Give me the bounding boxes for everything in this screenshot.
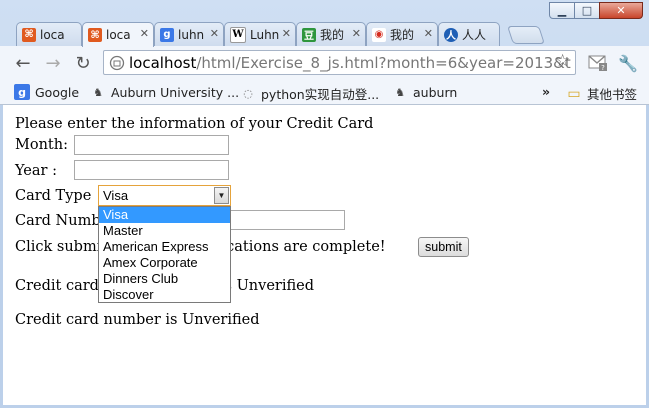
tiger-icon: ♞ xyxy=(395,85,405,99)
tab-0[interactable]: ⌘ loca xyxy=(16,22,82,46)
google-icon: g xyxy=(14,84,30,100)
wrench-icon[interactable]: 🔧 xyxy=(617,52,639,74)
option-dinners-club[interactable]: Dinners Club xyxy=(99,271,230,287)
card-type-select[interactable]: Visa ▼ xyxy=(98,185,231,206)
card-type-selected: Visa xyxy=(103,188,129,203)
close-window-icon[interactable]: ✕ xyxy=(599,2,643,19)
bookmarks-bar: g Google ♞ Auburn University ... ◌ pytho… xyxy=(0,79,649,105)
google-icon: g xyxy=(160,27,174,42)
gmail-notifier-icon[interactable]: ? xyxy=(587,52,609,74)
renren-icon: 人 xyxy=(444,27,458,42)
year-label: Year : xyxy=(15,163,57,179)
bookmark-google[interactable]: g Google xyxy=(14,84,79,100)
forward-arrow-icon[interactable]: → xyxy=(42,52,64,74)
minimize-icon[interactable]: ▁ xyxy=(549,2,575,19)
bookmark-auburn[interactable]: ♞ auburn xyxy=(392,84,457,100)
bookmarks-overflow-icon[interactable]: » xyxy=(542,84,550,99)
option-amex-corporate[interactable]: Amex Corporate xyxy=(99,255,230,271)
close-tab-icon[interactable]: ✕ xyxy=(140,27,149,40)
tab-4[interactable]: 豆 我的 ✕ xyxy=(296,22,366,46)
folder-icon: ▭ xyxy=(567,85,581,102)
tab-3[interactable]: W Luhn ✕ xyxy=(224,22,296,46)
maximize-icon[interactable]: □ xyxy=(574,2,600,19)
toolbar: ← → ↻ localhost/html/Exercise_8_js.html?… xyxy=(0,46,649,79)
year-input[interactable] xyxy=(74,160,229,180)
window-border-left xyxy=(0,105,3,408)
svg-text:?: ? xyxy=(601,64,605,72)
bookmark-python[interactable]: ◌ python实现自动登... xyxy=(240,84,379,103)
new-tab-button[interactable] xyxy=(507,26,545,44)
url-text: localhost/html/Exercise_8_js.html?month=… xyxy=(129,53,571,72)
bookmark-auburn-university[interactable]: ♞ Auburn University ... xyxy=(90,84,239,100)
douban-icon: 豆 xyxy=(302,27,316,42)
close-tab-icon[interactable]: ✕ xyxy=(210,27,219,40)
tab-1[interactable]: ⌘ loca ✕ xyxy=(82,22,154,47)
close-tab-icon[interactable]: ✕ xyxy=(352,27,361,40)
tab-label: 我的 xyxy=(320,28,345,42)
page-content: Please enter the information of your Cre… xyxy=(3,105,646,405)
tab-label: loca xyxy=(106,28,131,42)
submit-button[interactable]: submit xyxy=(418,237,469,257)
option-master[interactable]: Master xyxy=(99,223,230,239)
close-tab-icon[interactable]: ✕ xyxy=(282,27,291,40)
card-type-label: Card Type xyxy=(15,188,92,204)
weibo-icon: ◉ xyxy=(372,27,386,42)
tab-2[interactable]: g luhn ✕ xyxy=(154,22,224,46)
intro-text: Please enter the information of your Cre… xyxy=(15,116,374,132)
tab-strip: ⌘ loca ⌘ loca ✕ g luhn ✕ W Luhn ✕ 豆 我的 ✕… xyxy=(10,22,649,47)
tab-5[interactable]: ◉ 我的 ✕ xyxy=(366,22,438,46)
close-tab-icon[interactable]: ✕ xyxy=(424,27,433,40)
tab-label: 人人 xyxy=(462,28,487,42)
option-american-express[interactable]: American Express xyxy=(99,239,230,255)
card-type-dropdown: Visa Master American Express Amex Corpor… xyxy=(98,206,231,303)
address-bar[interactable]: localhost/html/Exercise_8_js.html?month=… xyxy=(103,50,576,75)
xampp-icon: ⌘ xyxy=(22,27,36,42)
reload-icon[interactable]: ↻ xyxy=(72,52,94,74)
tab-label: 我的 xyxy=(390,28,415,42)
window-controls: ▁ □ ✕ xyxy=(549,2,643,19)
tab-label: Luhn xyxy=(250,27,280,42)
tab-label: loca xyxy=(40,27,65,42)
page-info-icon[interactable] xyxy=(109,55,125,71)
tab-label: luhn xyxy=(178,27,205,42)
month-label: Month: xyxy=(15,137,68,153)
month-input[interactable] xyxy=(74,135,229,155)
option-discover[interactable]: Discover xyxy=(99,287,230,303)
tiger-icon: ♞ xyxy=(93,85,103,99)
other-bookmarks[interactable]: ▭ 其他书签 xyxy=(566,84,637,103)
xampp-icon: ⌘ xyxy=(88,28,102,42)
back-arrow-icon[interactable]: ← xyxy=(12,52,34,74)
chevron-down-icon[interactable]: ▼ xyxy=(214,187,229,204)
wikipedia-icon: W xyxy=(230,26,246,43)
number-status: Credit card number is Unverified xyxy=(15,312,260,328)
page-icon: ◌ xyxy=(243,87,253,100)
option-visa[interactable]: Visa xyxy=(99,207,230,223)
tab-6[interactable]: 人 人人 xyxy=(438,22,500,46)
